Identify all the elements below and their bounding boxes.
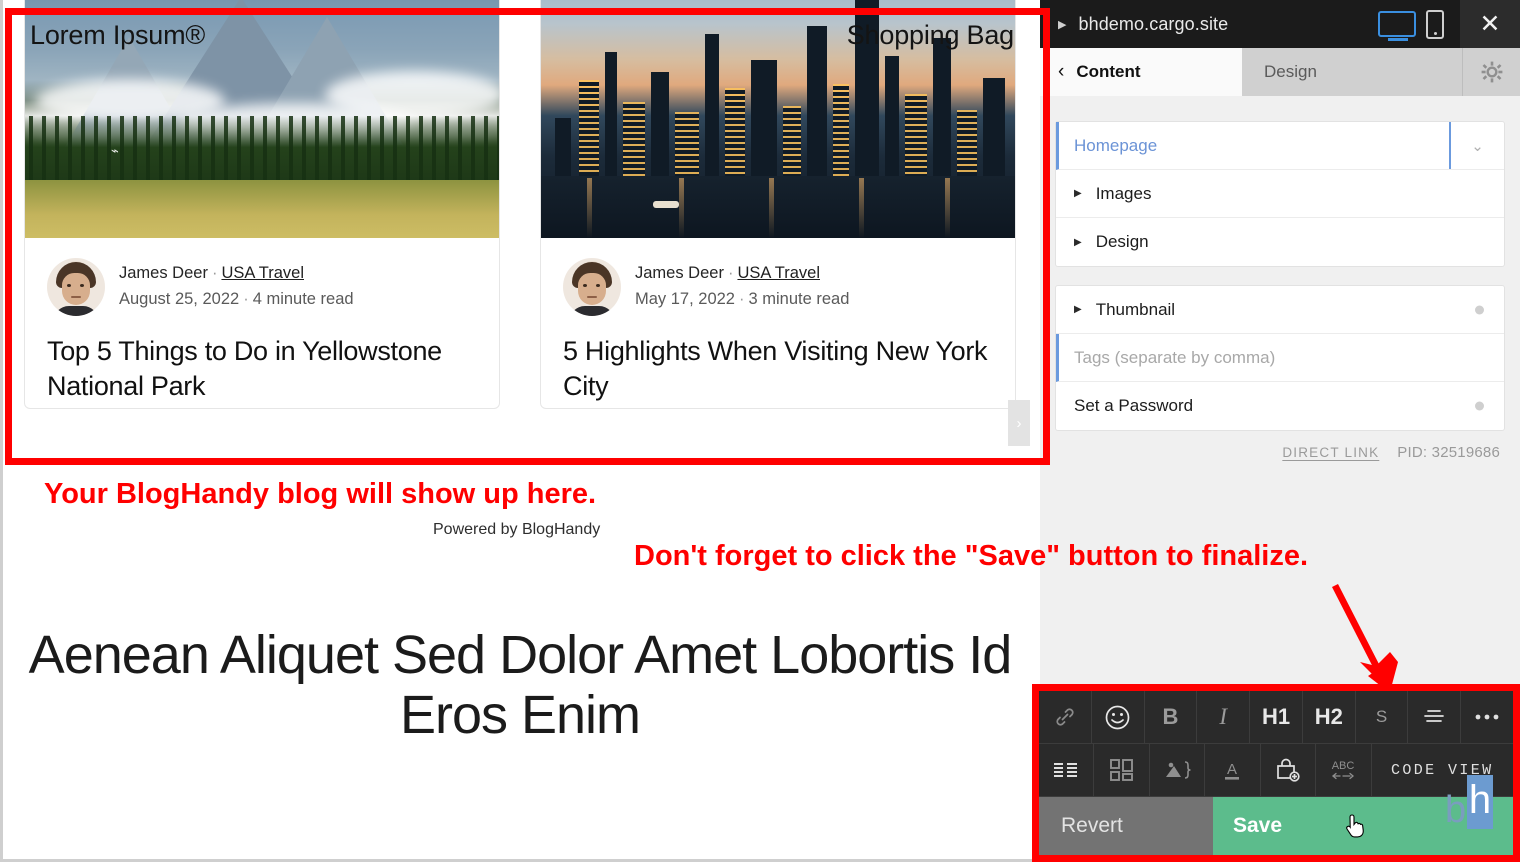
avatar: [563, 258, 621, 316]
site-logo-text[interactable]: Lorem Ipsum®: [30, 20, 205, 51]
pid-key: PID:: [1397, 444, 1428, 461]
card-read-time: 4 minute read: [252, 290, 354, 308]
highlight-rectangle-toolbar: [1032, 684, 1520, 862]
annotation-text-save-button: Don't forget to click the "Save" button …: [634, 540, 1309, 572]
slider-next-button[interactable]: ›: [1008, 400, 1030, 446]
close-icon[interactable]: ✕: [1460, 0, 1520, 48]
triangle-right-icon: ▶: [1074, 236, 1082, 248]
desktop-view-icon[interactable]: [1378, 11, 1416, 41]
blog-card[interactable]: James Deer · USA Travel May 17, 2022 · 3 min…: [540, 0, 1016, 409]
avatar: [47, 258, 105, 316]
card-author: James Deer: [119, 264, 208, 283]
separator: ·: [243, 290, 249, 308]
annotation-text-blog-area: Your BlogHandy blog will show up here.: [44, 478, 597, 510]
thumbnail-label: Thumbnail: [1095, 299, 1176, 319]
chevron-left-icon: ‹: [1058, 61, 1065, 82]
post-settings-group: ▶ Thumbnail Tags (separate by comma) Set…: [1056, 286, 1504, 430]
pid-label: PID: 32519686: [1397, 444, 1500, 461]
powered-by-label: Powered by BlogHandy: [433, 521, 601, 538]
card-byline: James Deer · USA Travel May 17, 2022 · 3 min…: [563, 258, 993, 316]
site-preview-area: ⌁ James Deer·USA Travel August 25, 202: [0, 0, 1040, 862]
tab-content[interactable]: ‹ Content: [1040, 48, 1242, 96]
images-label: Images: [1095, 183, 1152, 203]
page-settings-group: Homepage ⌄ ▶ Images ▶ Design: [1056, 122, 1504, 266]
card-read-time: 3 minute read: [748, 290, 850, 308]
thumbnail-expander[interactable]: ▶ Thumbnail: [1056, 286, 1504, 334]
triangle-right-icon: ▶: [1074, 188, 1082, 199]
pid-value: 32519686: [1431, 444, 1500, 461]
editor-toolbar: B I H1 H2 S A ABC CODE VIEW Revert Save …: [1032, 684, 1520, 862]
card-title[interactable]: Top 5 Things to Do in Yellowstone Nation…: [47, 334, 477, 403]
tab-design[interactable]: Design: [1242, 48, 1462, 96]
card-date: May 17, 2022: [635, 290, 735, 308]
page-heading: Aenean Aliquet Sed Dolor Amet Lobortis I…: [28, 625, 1013, 746]
card-author: James Deer: [635, 264, 724, 283]
gear-icon: [1481, 61, 1502, 83]
password-toggle-dot[interactable]: [1475, 401, 1484, 411]
panel-tabs: ‹ Content Design: [1040, 48, 1520, 96]
mobile-view-icon[interactable]: [1426, 9, 1444, 39]
card-date: August 25, 2022: [119, 290, 240, 308]
card-category-link[interactable]: USA Travel: [737, 264, 820, 282]
homepage-dropdown[interactable]: Homepage ⌄: [1056, 122, 1504, 170]
card-body: James Deer · USA Travel August 25, 2022 · 4 …: [25, 238, 499, 408]
chevron-right-icon: ›: [1016, 414, 1022, 432]
separator: ·: [211, 264, 218, 283]
card-category-link[interactable]: USA Travel: [221, 264, 304, 282]
separator: ·: [727, 264, 734, 283]
triangle-right-icon: ▶: [1074, 304, 1082, 315]
panel-titlebar: ▶ bhdemo.cargo.site ✕: [1040, 0, 1520, 48]
blog-card[interactable]: ⌁ James Deer·USA Travel August 25, 202: [24, 0, 500, 409]
homepage-value: Homepage: [1074, 135, 1158, 155]
triangle-right-icon[interactable]: ▶: [1058, 18, 1066, 31]
card-body: James Deer · USA Travel May 17, 2022 · 3 min…: [541, 238, 1015, 408]
tab-design-label: Design: [1264, 62, 1317, 81]
meta-row: DIRECT LINK PID: 32519686: [1056, 444, 1504, 461]
images-expander[interactable]: ▶ Images: [1056, 170, 1504, 218]
chevron-down-icon[interactable]: ⌄: [1449, 122, 1504, 169]
tags-input[interactable]: Tags (separate by comma): [1056, 334, 1504, 382]
card-byline: James Deer · USA Travel August 25, 2022 · 4 …: [47, 258, 477, 316]
set-password-label: Set a Password: [1074, 396, 1194, 415]
card-title[interactable]: 5 Highlights When Visiting New York City: [563, 334, 993, 403]
design-label: Design: [1095, 232, 1149, 251]
tab-content-label: Content: [1076, 62, 1141, 81]
set-password-row[interactable]: Set a Password: [1056, 382, 1504, 430]
shopping-bag-link[interactable]: Shopping Bag: [847, 20, 1014, 51]
panel-body: Homepage ⌄ ▶ Images ▶ Design ▶ Thumbnail…: [1040, 96, 1520, 461]
down-right-arrow-icon: [1332, 584, 1398, 692]
direct-link-button[interactable]: DIRECT LINK: [1282, 445, 1379, 460]
separator: ·: [738, 290, 745, 308]
settings-button[interactable]: [1462, 48, 1520, 96]
thumbnail-toggle-dot[interactable]: [1475, 305, 1484, 314]
blog-cards-row: ⌁ James Deer·USA Travel August 25, 202: [0, 0, 1040, 465]
design-expander[interactable]: ▶ Design: [1056, 218, 1504, 266]
tags-placeholder: Tags (separate by comma): [1074, 347, 1276, 367]
site-url-label[interactable]: bhdemo.cargo.site: [1078, 14, 1228, 35]
